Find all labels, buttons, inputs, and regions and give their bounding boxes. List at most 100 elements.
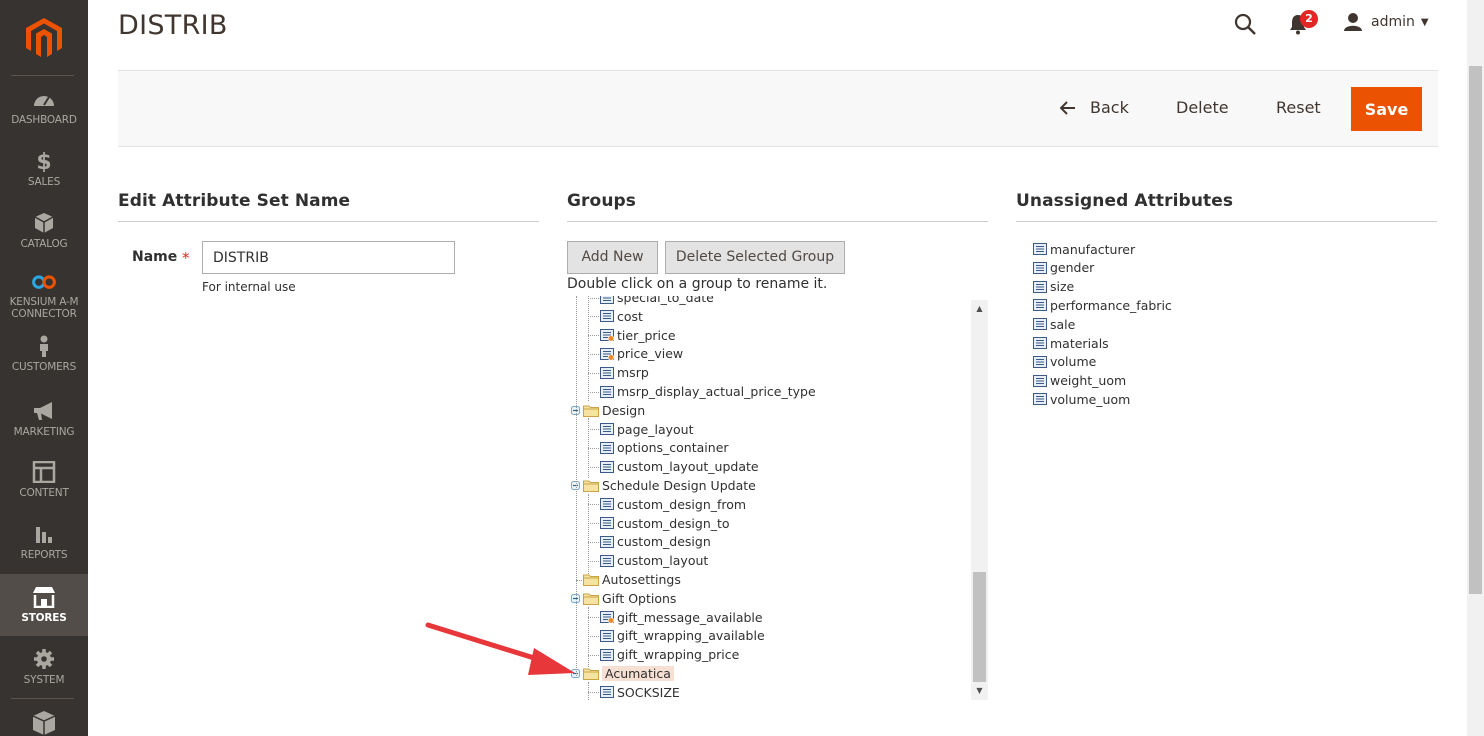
unassigned-attribute-volume[interactable]: volume — [1033, 353, 1096, 371]
attribute-icon — [600, 498, 614, 511]
tree-attribute-label: page_layout — [617, 421, 694, 437]
sidebar-item-label: KENSIUM A-M — [9, 296, 79, 308]
section-divider — [1016, 221, 1437, 222]
tree-connector — [588, 541, 599, 543]
tree-connector — [588, 654, 599, 656]
tree-attribute-gift_wrapping_available[interactable]: gift_wrapping_available — [600, 627, 765, 645]
unassigned-attribute-label: performance_fabric — [1050, 297, 1172, 313]
name-note: For internal use — [202, 280, 296, 294]
attribute-icon — [600, 423, 614, 436]
tree-group-schedule-design-update[interactable]: Schedule Design Update — [571, 477, 756, 495]
tree-attribute-label: SOCKSIZE — [617, 684, 680, 700]
delete-button[interactable]: Delete — [1176, 98, 1229, 117]
tree-attribute-cost[interactable]: cost — [600, 307, 643, 325]
scroll-up-icon[interactable]: ▲ — [975, 304, 984, 313]
tree-attribute-custom_design_from[interactable]: custom_design_from — [600, 495, 746, 513]
tree-attribute-price_view[interactable]: price_view — [600, 345, 683, 363]
save-button[interactable]: Save — [1351, 87, 1422, 131]
tree-attribute-msrp[interactable]: msrp — [600, 364, 649, 382]
unassigned-attribute-materials[interactable]: materials — [1033, 334, 1109, 352]
connector-icon — [32, 275, 56, 289]
notification-count-badge[interactable]: 2 — [1300, 10, 1318, 28]
sidebar-item-dashboard[interactable]: DASHBOARD — [0, 88, 88, 150]
sidebar-item-customers[interactable]: CUSTOMERS — [0, 335, 88, 397]
tree-group-acumatica[interactable]: Acumatica — [571, 665, 674, 683]
reset-button[interactable]: Reset — [1276, 98, 1321, 117]
unassigned-attribute-gender[interactable]: gender — [1033, 259, 1094, 277]
tree-attribute-tier_price[interactable]: tier_price — [600, 326, 676, 344]
unassigned-attribute-label: weight_uom — [1050, 373, 1127, 389]
tree-attribute-label: options_container — [617, 440, 729, 456]
tree-attribute-gift_wrapping_price[interactable]: gift_wrapping_price — [600, 646, 739, 664]
tree-group-design[interactable]: Design — [571, 401, 645, 419]
magento-logo[interactable] — [26, 18, 62, 58]
partner-box-icon[interactable] — [31, 710, 57, 736]
sidebar-divider — [11, 698, 74, 699]
tree-attribute-custom_design_to[interactable]: custom_design_to — [600, 514, 730, 532]
add-new-group-button[interactable]: Add New — [567, 241, 658, 274]
back-button[interactable]: Back — [1060, 98, 1129, 117]
sidebar-item-label: DASHBOARD — [11, 114, 77, 126]
tree-group-label: Schedule Design Update — [602, 478, 756, 493]
megaphone-icon — [34, 402, 52, 420]
tree-attribute-socksize[interactable]: SOCKSIZE — [600, 683, 680, 701]
tree-attribute-label: custom_design_to — [617, 515, 730, 531]
unassigned-attribute-volume_uom[interactable]: volume_uom — [1033, 390, 1130, 408]
tree-connector — [588, 523, 599, 525]
tree-attribute-options_container[interactable]: options_container — [600, 439, 729, 457]
tree-attribute-msrp_display_actual_price_type[interactable]: msrp_display_actual_price_type — [600, 383, 816, 401]
tree-attribute-label: special_to_date — [617, 296, 714, 305]
attribute-icon — [600, 517, 614, 530]
tree-connector — [588, 617, 599, 619]
tree-attribute-custom_design[interactable]: custom_design — [600, 533, 711, 551]
unassigned-attribute-label: gender — [1050, 260, 1095, 276]
tree-attribute-gift_message_available[interactable]: gift_message_available — [600, 608, 763, 626]
system-attribute-icon — [600, 329, 614, 342]
sidebar-item-system[interactable]: SYSTEM — [0, 648, 88, 710]
tree-group-gift-options[interactable]: Gift Options — [571, 589, 676, 607]
scroll-down-icon[interactable]: ▼ — [975, 686, 984, 695]
sidebar-item-kensium-connector[interactable]: KENSIUM A-M CONNECTOR — [0, 272, 88, 322]
sidebar-divider — [11, 75, 74, 76]
unassigned-attribute-performance_fabric[interactable]: performance_fabric — [1033, 296, 1172, 314]
tree-group-autosettings[interactable]: Autosettings — [583, 571, 681, 589]
folder-icon — [583, 668, 599, 680]
tree-scrollbar-thumb[interactable] — [973, 572, 986, 682]
unassigned-section-title: Unassigned Attributes — [1016, 191, 1234, 211]
tree-attribute-page_layout[interactable]: page_layout — [600, 420, 693, 438]
unassigned-attribute-sale[interactable]: sale — [1033, 315, 1075, 333]
tree-attribute-custom_layout[interactable]: custom_layout — [600, 552, 708, 570]
sidebar-item-catalog[interactable]: CATALOG — [0, 212, 88, 274]
tree-attribute-special_to_date[interactable]: special_to_date — [600, 296, 714, 307]
section-divider — [118, 221, 539, 222]
unassigned-attribute-size[interactable]: size — [1033, 278, 1074, 296]
page-scrollbar-thumb[interactable] — [1469, 66, 1482, 594]
dollar-icon: $ — [36, 150, 51, 172]
groups-tree[interactable]: special_to_date cost tier_price price_view m… — [567, 296, 971, 702]
sidebar-item-sales[interactable]: $ SALES — [0, 150, 88, 212]
tree-connector — [588, 316, 599, 318]
tree-connector — [588, 297, 599, 299]
tree-connector — [588, 391, 599, 393]
attribute-icon — [600, 441, 614, 454]
unassigned-attribute-weight_uom[interactable]: weight_uom — [1033, 372, 1126, 390]
folder-icon — [583, 593, 599, 605]
tree-connector — [588, 353, 599, 355]
tree-connector — [588, 682, 589, 700]
sidebar-item-content[interactable]: CONTENT — [0, 461, 88, 523]
tree-connector — [588, 296, 589, 401]
search-icon[interactable] — [1233, 12, 1257, 36]
tree-attribute-label: gift_wrapping_available — [617, 628, 765, 644]
attribute-set-name-input[interactable] — [202, 241, 455, 274]
delete-selected-group-button[interactable]: Delete Selected Group — [665, 241, 845, 274]
tree-connector — [588, 504, 599, 506]
sidebar-item-label: CONTENT — [19, 487, 69, 499]
sidebar-item-marketing[interactable]: MARKETING — [0, 400, 88, 462]
section-divider — [567, 221, 988, 222]
attribute-icon — [1033, 337, 1047, 349]
attribute-icon — [600, 648, 614, 661]
tree-attribute-custom_layout_update[interactable]: custom_layout_update — [600, 458, 759, 476]
user-menu[interactable]: admin ▼ — [1343, 11, 1429, 33]
unassigned-attribute-manufacturer[interactable]: manufacturer — [1033, 240, 1135, 258]
sidebar-item-stores[interactable]: STORES — [0, 574, 88, 636]
